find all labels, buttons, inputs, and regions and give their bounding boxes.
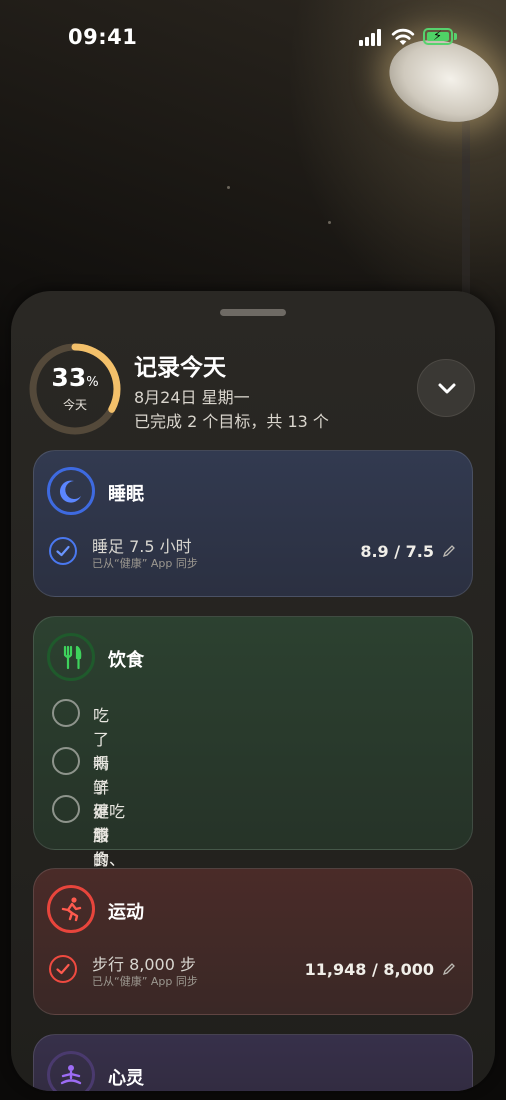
mind-card[interactable]: 心灵 xyxy=(33,1034,473,1091)
today-sheet: 33% 今天 记录今天 8月24日 星期一 已完成 2 个目标，共 13 个 睡… xyxy=(11,291,495,1091)
exercise-goal-title: 步行 8,000 步 xyxy=(92,955,196,974)
pencil-icon[interactable] xyxy=(442,962,456,976)
mind-title: 心灵 xyxy=(108,1068,144,1089)
progress-ring-label: 今天 xyxy=(62,398,87,412)
checkmark-icon xyxy=(56,545,70,557)
checkmark-icon xyxy=(56,963,70,975)
sleep-goal-source: 已从“健康” App 同步 xyxy=(92,557,198,570)
moon-icon xyxy=(47,467,95,515)
wifi-icon xyxy=(391,28,415,45)
sheet-grabber[interactable] xyxy=(220,309,286,316)
sleep-goal-value: 8.9 / 7.5 xyxy=(360,542,434,561)
status-bar: 09:41 ⚡ xyxy=(0,0,506,76)
battery-icon: ⚡ xyxy=(423,28,453,45)
status-time: 09:41 xyxy=(68,25,138,49)
sleep-goal-title: 睡足 7.5 小时 xyxy=(92,537,192,556)
date-label: 8月24日 星期一 xyxy=(134,388,250,407)
star-decoration xyxy=(227,186,230,189)
page-title: 记录今天 xyxy=(134,355,226,381)
sleep-goal-checkbox[interactable] xyxy=(49,537,77,565)
diet-title: 饮食 xyxy=(108,650,144,671)
exercise-title: 运动 xyxy=(108,902,144,923)
star-decoration xyxy=(328,221,331,224)
running-figure-icon xyxy=(47,885,95,933)
diet-goal-checkbox[interactable] xyxy=(52,747,80,775)
meditation-icon xyxy=(47,1051,95,1091)
sleep-title: 睡眠 xyxy=(108,484,144,505)
diet-card[interactable]: 饮食 吃了新鲜健康的食物 喝了足够的水 不吃甜食、不喝含糖饮料 xyxy=(33,616,473,941)
pencil-icon[interactable] xyxy=(442,544,456,558)
diet-goal-checkbox[interactable] xyxy=(52,699,80,727)
exercise-goal-source: 已从“健康” App 同步 xyxy=(92,975,198,988)
battery-cap xyxy=(454,33,457,40)
exercise-goal-checkbox[interactable] xyxy=(49,955,77,983)
exercise-goal-value: 11,948 / 8,000 xyxy=(304,960,434,979)
collapse-button[interactable] xyxy=(417,359,475,417)
goal-progress-text: 已完成 2 个目标，共 13 个 xyxy=(134,412,329,431)
sleep-card[interactable]: 睡眠 睡足 7.5 小时 已从“健康” App 同步 8.9 / 7.5 xyxy=(33,450,473,597)
diet-goal-checkbox[interactable] xyxy=(52,795,80,823)
cellular-signal-icon xyxy=(359,29,385,46)
progress-percent: 33% xyxy=(51,363,99,392)
chevron-down-icon xyxy=(438,383,456,394)
exercise-card[interactable]: 运动 步行 8,000 步 已从“健康” App 同步 11,948 / 8,0… xyxy=(33,868,473,1015)
fork-knife-icon xyxy=(47,633,95,681)
